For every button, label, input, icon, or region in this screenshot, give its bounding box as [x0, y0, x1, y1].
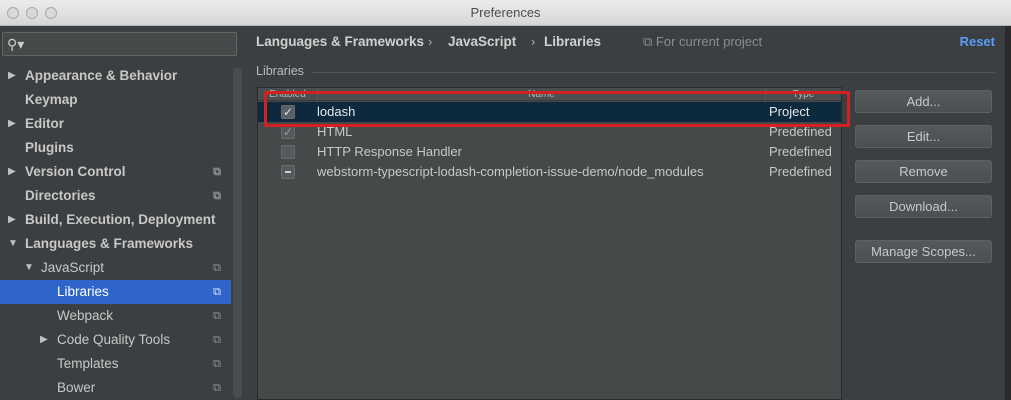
settings-tree: ▶ Appearance & Behavior Keymap ▶ Editor Plugi…: [0, 64, 231, 400]
manage-scopes-button[interactable]: Manage Scopes...: [855, 240, 992, 263]
sidebar-item-label: Languages & Frameworks: [25, 236, 194, 251]
sidebar-item-libraries[interactable]: Libraries ⧉: [0, 280, 231, 304]
collapsed-arrow-icon[interactable]: ▶: [8, 112, 16, 136]
libraries-table: Enabled Name Type ✓ lodash Project ✓ HTML Pre…: [257, 87, 842, 400]
library-type: Predefined: [769, 164, 832, 179]
collapsed-arrow-icon[interactable]: ▶: [8, 208, 16, 232]
library-name: HTTP Response Handler: [317, 144, 462, 159]
breadcrumb-libraries: Libraries: [544, 34, 602, 49]
section-divider: [312, 72, 995, 73]
enabled-checkbox[interactable]: [281, 165, 295, 179]
expanded-arrow-icon[interactable]: ▼: [24, 256, 34, 280]
sidebar-item-plugins[interactable]: Plugins: [0, 136, 231, 160]
settings-sidebar: ⚲▾ ▶ Appearance & Behavior Keymap ▶ Editor Pl…: [0, 26, 245, 400]
collapsed-arrow-icon[interactable]: ▶: [8, 160, 16, 184]
window-title: Preferences: [470, 5, 541, 20]
sidebar-item-languages-frameworks[interactable]: ▼ Languages & Frameworks: [0, 232, 231, 256]
project-level-icon: ⧉: [213, 358, 221, 370]
sidebar-item-label: Code Quality Tools: [57, 332, 171, 347]
sidebar-item-label: Editor: [25, 116, 64, 131]
sidebar-item-label: Build, Execution, Deployment: [25, 212, 216, 227]
scope-label: For current project: [655, 34, 763, 49]
project-level-icon: ⧉: [213, 382, 221, 394]
section-label: Libraries: [256, 64, 304, 78]
expanded-arrow-icon[interactable]: ▼: [8, 232, 18, 256]
sidebar-item-code-quality-tools[interactable]: ▶ Code Quality Tools ⧉: [0, 328, 231, 352]
highlight-annotation: [264, 91, 850, 127]
project-scope-icon: ⧉: [643, 34, 653, 49]
breadcrumb-languages-frameworks[interactable]: Languages & Frameworks: [256, 34, 424, 49]
sidebar-item-keymap[interactable]: Keymap: [0, 88, 231, 112]
table-row[interactable]: HTTP Response Handler Predefined: [258, 142, 841, 162]
sidebar-item-version-control[interactable]: ▶ Version Control ⧉: [0, 160, 231, 184]
sidebar-item-label: Templates: [57, 356, 119, 371]
sidebar-item-templates[interactable]: Templates ⧉: [0, 352, 231, 376]
sidebar-item-label: Bower: [57, 380, 96, 395]
settings-header: Languages & Frameworks › JavaScript › Li…: [245, 26, 1011, 56]
breadcrumb-separator: ›: [428, 34, 433, 49]
title-bar: Preferences: [0, 0, 1011, 26]
project-level-icon: ⧉: [213, 310, 221, 322]
sidebar-item-label: Keymap: [25, 92, 78, 107]
window-edge: [1005, 26, 1011, 400]
sidebar-item-label: Appearance & Behavior: [25, 68, 178, 83]
scope-indicator: ⧉ For current project: [643, 34, 762, 50]
project-level-icon: ⧉: [213, 190, 221, 202]
table-row[interactable]: webstorm-typescript-lodash-completion-is…: [258, 162, 841, 182]
library-name: webstorm-typescript-lodash-completion-is…: [317, 164, 704, 179]
project-level-icon: ⧉: [213, 286, 221, 298]
settings-search[interactable]: ⚲▾: [2, 32, 237, 56]
sidebar-item-label: Plugins: [25, 140, 74, 155]
sidebar-item-label: JavaScript: [41, 260, 105, 275]
sidebar-item-label: Libraries: [57, 284, 109, 299]
sidebar-item-bower[interactable]: Bower ⧉: [0, 376, 231, 400]
sidebar-item-directories[interactable]: Directories ⧉: [0, 184, 231, 208]
download-button[interactable]: Download...: [855, 195, 992, 218]
sidebar-item-label: Directories: [25, 188, 96, 203]
sidebar-item-appearance-behavior[interactable]: ▶ Appearance & Behavior: [0, 64, 231, 88]
sidebar-item-editor[interactable]: ▶ Editor: [0, 112, 231, 136]
search-icon[interactable]: ⚲▾: [7, 36, 24, 53]
edit-button[interactable]: Edit...: [855, 125, 992, 148]
sidebar-scrollbar[interactable]: [233, 68, 242, 398]
add-button[interactable]: Add...: [855, 90, 992, 113]
breadcrumb-javascript[interactable]: JavaScript: [448, 34, 516, 49]
sidebar-item-build-execution-deployment[interactable]: ▶ Build, Execution, Deployment: [0, 208, 231, 232]
sidebar-item-webpack[interactable]: Webpack ⧉: [0, 304, 231, 328]
enabled-checkbox[interactable]: ✓: [281, 125, 295, 139]
project-level-icon: ⧉: [213, 166, 221, 178]
project-level-icon: ⧉: [213, 262, 221, 274]
sidebar-item-label: Webpack: [57, 308, 114, 323]
reset-link[interactable]: Reset: [960, 34, 995, 49]
sidebar-item-javascript[interactable]: ▼ JavaScript ⧉: [0, 256, 231, 280]
breadcrumb-separator: ›: [531, 34, 536, 49]
remove-button[interactable]: Remove: [855, 160, 992, 183]
search-input[interactable]: [29, 35, 229, 53]
enabled-checkbox[interactable]: [281, 145, 295, 159]
sidebar-item-label: Version Control: [25, 164, 126, 179]
library-type: Predefined: [769, 144, 832, 159]
project-level-icon: ⧉: [213, 334, 221, 346]
collapsed-arrow-icon[interactable]: ▶: [8, 64, 16, 88]
collapsed-arrow-icon[interactable]: ▶: [40, 328, 48, 352]
